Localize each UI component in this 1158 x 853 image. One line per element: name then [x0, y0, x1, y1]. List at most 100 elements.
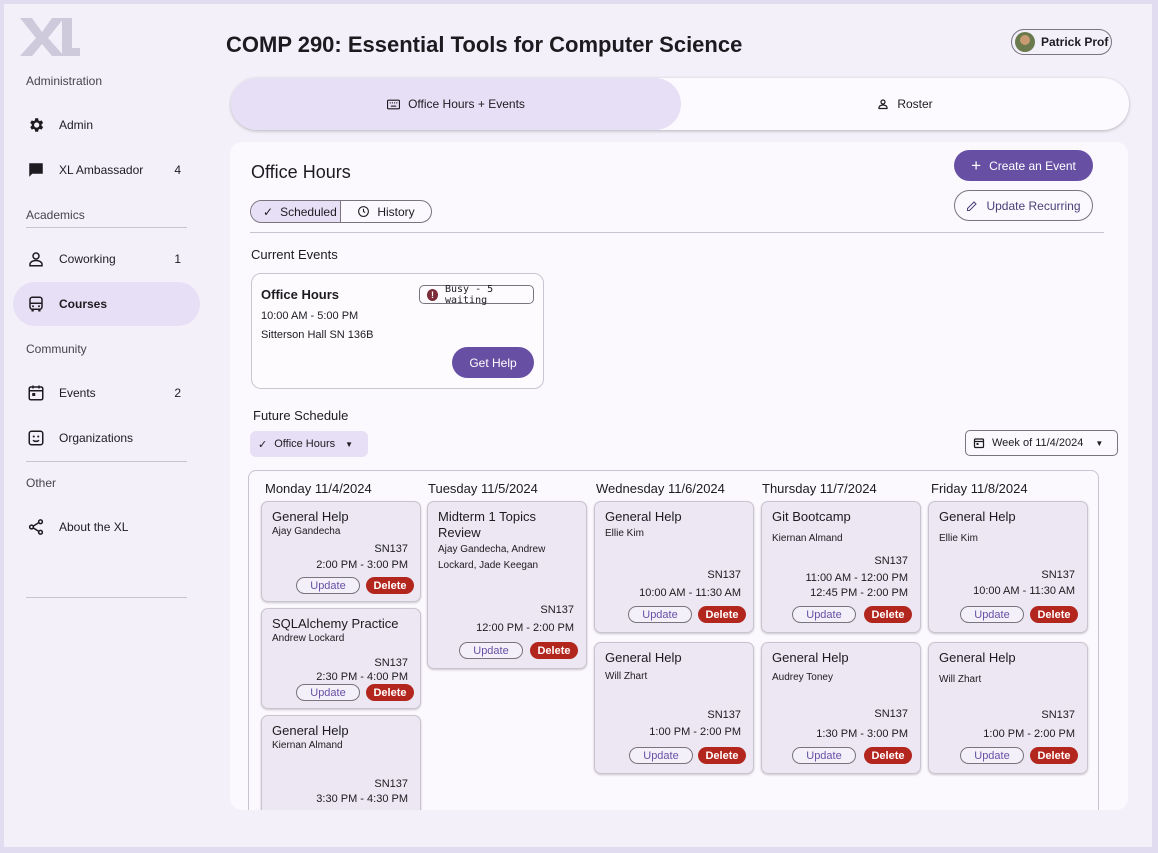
tab-roster[interactable]: Roster [681, 78, 1129, 130]
seg-history[interactable]: History [341, 201, 431, 222]
event-title: General Help [772, 650, 849, 665]
divider [26, 597, 187, 598]
delete-button[interactable]: Delete [366, 577, 414, 594]
pencil-icon [966, 200, 978, 212]
sidebar-item-label: Events [59, 386, 96, 400]
event-title: General Help [939, 650, 1016, 665]
update-button[interactable]: Update [960, 606, 1024, 623]
update-button[interactable]: Update [792, 747, 856, 764]
sidebar-item-xl-ambassador[interactable]: XL Ambassador 4 [13, 148, 200, 192]
sidebar-item-label: XL Ambassador [59, 163, 144, 177]
day-header: Tuesday 11/5/2024 [428, 481, 538, 496]
sidebar-item-coworking[interactable]: Coworking 1 [13, 237, 200, 281]
event-time: 2:30 PM - 4:00 PM [316, 671, 408, 683]
event-card[interactable]: General Help Ajay Gandecha SN137 2:00 PM… [261, 501, 421, 602]
person-icon [26, 249, 46, 269]
filter-label: Office Hours [274, 438, 336, 450]
avatar [1015, 32, 1035, 52]
tab-office-hours-events[interactable]: Office Hours + Events [231, 78, 681, 130]
update-button[interactable]: Update [296, 577, 360, 594]
seg-history-label: History [377, 204, 415, 219]
update-button[interactable]: Update [629, 747, 693, 764]
event-card[interactable]: Git Bootcamp Kiernan Almand SN137 11:00 … [761, 501, 921, 633]
event-hosts: Andrew Lockard [272, 633, 345, 644]
event-card[interactable]: General Help Kiernan Almand SN137 3:30 P… [261, 715, 421, 810]
sidebar-item-courses[interactable]: Courses [13, 282, 200, 326]
week-calendar: Monday 11/4/2024 Tuesday 11/5/2024 Wedne… [248, 470, 1099, 810]
tab-label: Roster [897, 97, 933, 111]
event-room: SN137 [1041, 569, 1075, 581]
event-room: SN137 [874, 555, 908, 567]
sidebar-item-label: Organizations [59, 431, 134, 445]
event-time: 3:30 PM - 4:30 PM [316, 793, 408, 805]
event-time: 1:00 PM - 2:00 PM [983, 728, 1075, 740]
delete-button[interactable]: Delete [864, 747, 912, 764]
week-label: Week of 11/4/2024 [992, 437, 1084, 449]
event-time: 1:30 PM - 3:00 PM [816, 728, 908, 740]
event-hosts: Kiernan Almand [272, 740, 343, 751]
event-hosts: Ellie Kim [939, 533, 978, 544]
update-button[interactable]: Update [960, 747, 1024, 764]
update-recurring-label: Update Recurring [986, 198, 1081, 213]
create-event-label: Create an Event [989, 158, 1076, 173]
event-time: 12:00 PM - 2:00 PM [476, 622, 574, 634]
panel-title: Office Hours [251, 162, 351, 182]
event-title: General Help [272, 509, 349, 524]
delete-button[interactable]: Delete [698, 606, 746, 623]
status-badge: ! Busy - 5 waiting [419, 284, 534, 306]
sidebar-item-events[interactable]: Events 2 [13, 371, 200, 415]
tab-label: Office Hours + Events [408, 97, 525, 111]
event-card[interactable]: General Help Will Zhart SN137 1:00 PM - … [928, 642, 1088, 774]
update-button[interactable]: Update [792, 606, 856, 623]
event-card[interactable]: General Help Ellie Kim SN137 10:00 AM - … [928, 501, 1088, 633]
plus-icon: + [971, 156, 982, 175]
gear-icon [26, 115, 46, 135]
event-card[interactable]: General Help Ellie Kim SN137 10:00 AM - … [594, 501, 754, 633]
sidebar-item-admin[interactable]: Admin [13, 103, 200, 147]
office-hours-filter[interactable]: ✓ Office Hours ▼ [250, 431, 368, 457]
xl-logo[interactable] [18, 16, 80, 58]
update-recurring-button[interactable]: Update Recurring [954, 190, 1093, 221]
update-button[interactable]: Update [296, 684, 360, 701]
dropdown-arrow-icon: ▼ [1095, 438, 1104, 448]
delete-button[interactable]: Delete [530, 642, 578, 659]
delete-button[interactable]: Delete [1030, 606, 1078, 623]
delete-button[interactable]: Delete [1030, 747, 1078, 764]
event-title: General Help [272, 723, 349, 738]
current-event-location: Sitterson Hall SN 136B [261, 329, 374, 341]
event-room: SN137 [1041, 709, 1075, 721]
check-icon: ✓ [258, 438, 268, 451]
update-button[interactable]: Update [628, 606, 692, 623]
sidebar: Administration Admin XL Ambassador 4 Aca… [4, 4, 209, 847]
event-card[interactable]: Midterm 1 Topics Review Ajay Gandecha, A… [427, 501, 587, 669]
bus-icon [26, 294, 46, 314]
sidebar-item-label: Admin [59, 118, 94, 132]
day-header: Thursday 11/7/2024 [762, 481, 877, 496]
sidebar-item-organizations[interactable]: Organizations [13, 416, 200, 460]
event-card[interactable]: SQLAlchemy Practice Andrew Lockard SN137… [261, 608, 421, 709]
share-icon [26, 517, 46, 537]
delete-button[interactable]: Delete [366, 684, 414, 701]
get-help-button[interactable]: Get Help [452, 347, 534, 378]
event-hosts: Ajay Gandecha [272, 526, 341, 537]
sidebar-item-about[interactable]: About the XL [13, 505, 200, 549]
calendar-icon [26, 383, 46, 403]
user-chip[interactable]: Patrick Prof [1011, 29, 1112, 55]
event-card[interactable]: General Help Will Zhart SN137 1:00 PM - … [594, 642, 754, 774]
keyboard-icon [387, 99, 401, 110]
day-header: Monday 11/4/2024 [265, 481, 372, 496]
event-room: SN137 [707, 709, 741, 721]
event-time: 2:00 PM - 3:00 PM [316, 559, 408, 571]
delete-button[interactable]: Delete [864, 606, 912, 623]
delete-button[interactable]: Delete [698, 747, 746, 764]
section-community: Community [26, 342, 87, 356]
event-card[interactable]: General Help Audrey Toney SN137 1:30 PM … [761, 642, 921, 774]
section-administration: Administration [26, 74, 103, 88]
week-selector[interactable]: Week of 11/4/2024 ▼ [965, 430, 1118, 456]
event-title: General Help [939, 509, 1016, 524]
sidebar-item-label: Courses [59, 297, 108, 311]
create-event-button[interactable]: + Create an Event [954, 150, 1093, 181]
seg-scheduled[interactable]: ✓ Scheduled [251, 201, 341, 222]
update-button[interactable]: Update [459, 642, 523, 659]
sidebar-item-count: 4 [174, 163, 181, 177]
